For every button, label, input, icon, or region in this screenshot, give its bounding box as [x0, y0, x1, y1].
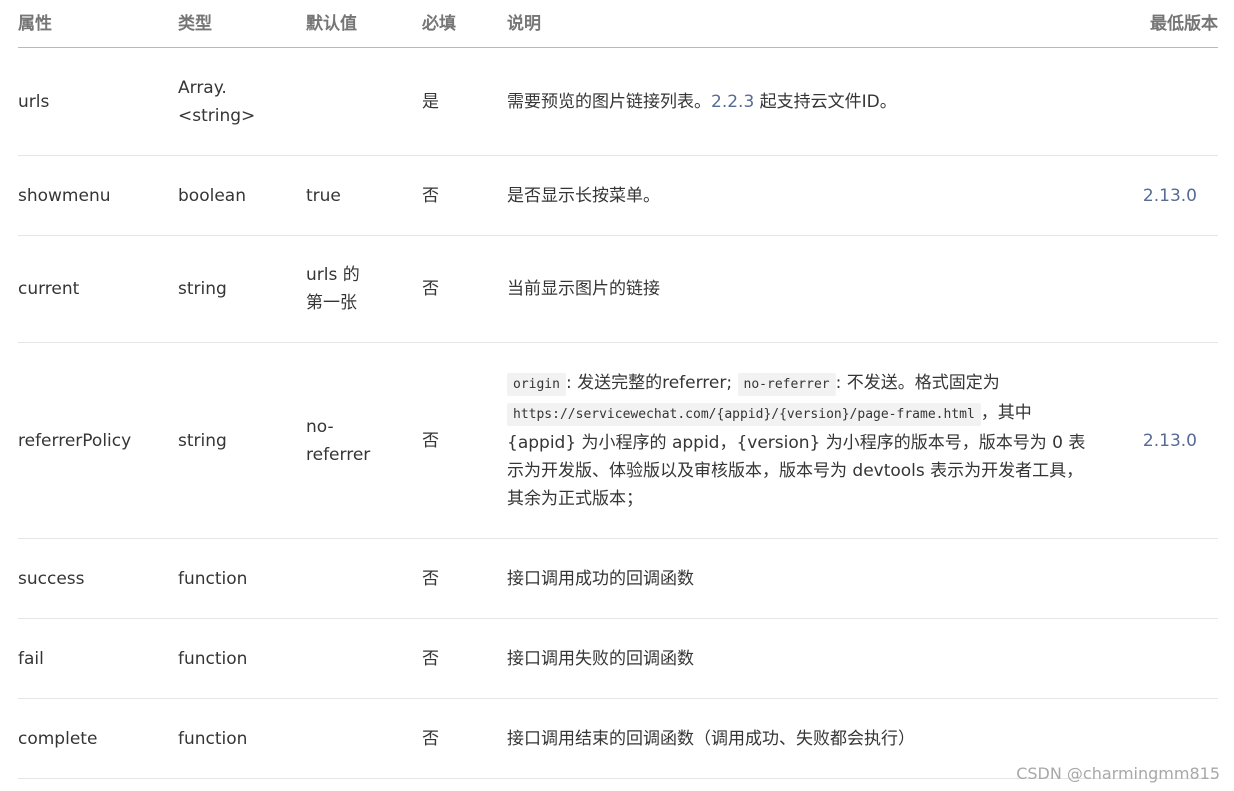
- table-row: success function 否 接口调用成功的回调函数: [18, 538, 1218, 619]
- cell-attr: complete: [18, 698, 178, 779]
- cell-min-version: 2.13.0: [1107, 155, 1218, 236]
- cell-required: 否: [422, 618, 507, 699]
- cell-default: [306, 47, 422, 156]
- cell-required: 否: [422, 235, 507, 343]
- cell-default: urls 的 第一张: [306, 235, 422, 343]
- cell-attr: referrerPolicy: [18, 342, 178, 539]
- cell-required: 否: [422, 538, 507, 619]
- table-row: urls Array. <string> 是 需要预览的图片链接列表。2.2.3…: [18, 47, 1218, 156]
- cell-type: Array. <string>: [178, 47, 306, 156]
- cell-default: [306, 538, 422, 619]
- code-no-referrer: no-referrer: [737, 372, 836, 396]
- cell-default-line: referrer: [306, 444, 371, 465]
- cell-required: 否: [422, 155, 507, 236]
- cell-type: string: [178, 235, 306, 343]
- cell-desc: 接口调用失败的回调函数: [507, 618, 1107, 699]
- cell-min-version: 2.13.0: [1107, 342, 1218, 539]
- cell-min-version: [1107, 47, 1218, 156]
- cell-min-version: [1107, 538, 1218, 619]
- cell-type: function: [178, 538, 306, 619]
- cell-attr: urls: [18, 47, 178, 156]
- table-row: fail function 否 接口调用失败的回调函数: [18, 618, 1218, 699]
- cell-required: 否: [422, 698, 507, 779]
- cell-type: function: [178, 618, 306, 699]
- csdn-watermark: CSDN @charmingmm815: [1016, 764, 1220, 783]
- cell-desc: 接口调用成功的回调函数: [507, 538, 1107, 619]
- cell-desc: 需要预览的图片链接列表。2.2.3 起支持云文件ID。: [507, 47, 1107, 156]
- header-desc: 说明: [507, 0, 1107, 48]
- cell-default-line: urls 的: [306, 265, 360, 285]
- min-version-link[interactable]: 2.13.0: [1143, 431, 1197, 451]
- desc-text: 起支持云文件ID。: [754, 91, 897, 112]
- code-origin: origin: [507, 372, 566, 396]
- cell-desc: origin: 发送完整的referrer; no-referrer: 不发送。…: [507, 342, 1107, 539]
- desc-text: : 不发送。格式固定为: [835, 372, 1000, 393]
- header-attr: 属性: [18, 0, 178, 48]
- header-default: 默认值: [306, 0, 422, 48]
- cell-type: string: [178, 342, 306, 539]
- cell-default-line: no-: [306, 416, 334, 437]
- desc-text: : 发送完整的referrer;: [565, 372, 738, 393]
- table-row: showmenu boolean true 否 是否显示长按菜单。 2.13.0: [18, 155, 1218, 236]
- cell-attr: success: [18, 538, 178, 619]
- desc-text: 需要预览的图片链接列表。: [507, 91, 711, 112]
- cell-attr: showmenu: [18, 155, 178, 236]
- api-parameters-table: 属性 类型 默认值 必填 说明 最低版本 urls Array. <string…: [18, 0, 1218, 779]
- cell-required: 否: [422, 342, 507, 539]
- cell-desc: 是否显示长按菜单。: [507, 155, 1107, 236]
- cell-required: 是: [422, 47, 507, 156]
- table-row: referrerPolicy string no- referrer 否 ori…: [18, 342, 1218, 539]
- cell-type: function: [178, 698, 306, 779]
- cell-attr: fail: [18, 618, 178, 699]
- cell-min-version: [1107, 235, 1218, 343]
- code-url: https://servicewechat.com/{appid}/{versi…: [507, 402, 981, 426]
- cell-type-line: <string>: [178, 105, 256, 126]
- cell-attr: current: [18, 235, 178, 343]
- cell-type: boolean: [178, 155, 306, 236]
- header-type: 类型: [178, 0, 306, 48]
- cell-default: [306, 618, 422, 699]
- header-required: 必填: [422, 0, 507, 48]
- cell-default: [306, 698, 422, 779]
- cell-min-version: [1107, 618, 1218, 699]
- cell-default: true: [306, 155, 422, 236]
- version-link[interactable]: 2.2.3: [711, 92, 754, 112]
- cell-desc: 当前显示图片的链接: [507, 235, 1107, 343]
- cell-type-line: Array.: [178, 77, 227, 98]
- min-version-link[interactable]: 2.13.0: [1143, 186, 1197, 206]
- header-min-version: 最低版本: [1107, 0, 1218, 48]
- cell-default: no- referrer: [306, 342, 422, 539]
- cell-default-line: 第一张: [306, 293, 357, 313]
- table-header-row: 属性 类型 默认值 必填 说明 最低版本: [18, 0, 1218, 48]
- table-row: current string urls 的 第一张 否 当前显示图片的链接: [18, 235, 1218, 343]
